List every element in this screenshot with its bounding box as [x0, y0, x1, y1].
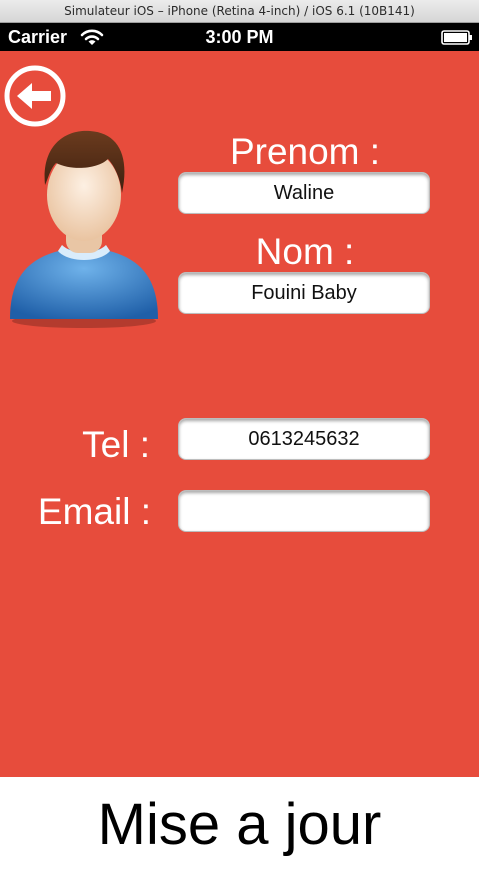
- nom-field[interactable]: [178, 272, 430, 314]
- prenom-label: Prenom :: [229, 131, 381, 172]
- email-field[interactable]: [178, 490, 430, 532]
- tel-field[interactable]: [178, 418, 430, 460]
- user-avatar-icon: [10, 130, 158, 328]
- back-arrow-icon[interactable]: [4, 65, 66, 127]
- prenom-field[interactable]: [178, 172, 430, 214]
- status-clock: 3:00 PM: [205, 27, 274, 47]
- simulator-window-title: Simulateur iOS – iPhone (Retina 4-inch) …: [0, 0, 479, 23]
- profile-screen: Prenom : Nom : Tel : Email :: [0, 51, 479, 777]
- email-label: Email :: [37, 491, 151, 532]
- ios-status-bar: Carrier 3:00 PM: [0, 23, 479, 51]
- tel-label: Tel :: [82, 424, 150, 465]
- nom-label: Nom :: [255, 231, 355, 272]
- update-button[interactable]: Mise a jour: [0, 777, 479, 872]
- battery-icon: [441, 30, 472, 45]
